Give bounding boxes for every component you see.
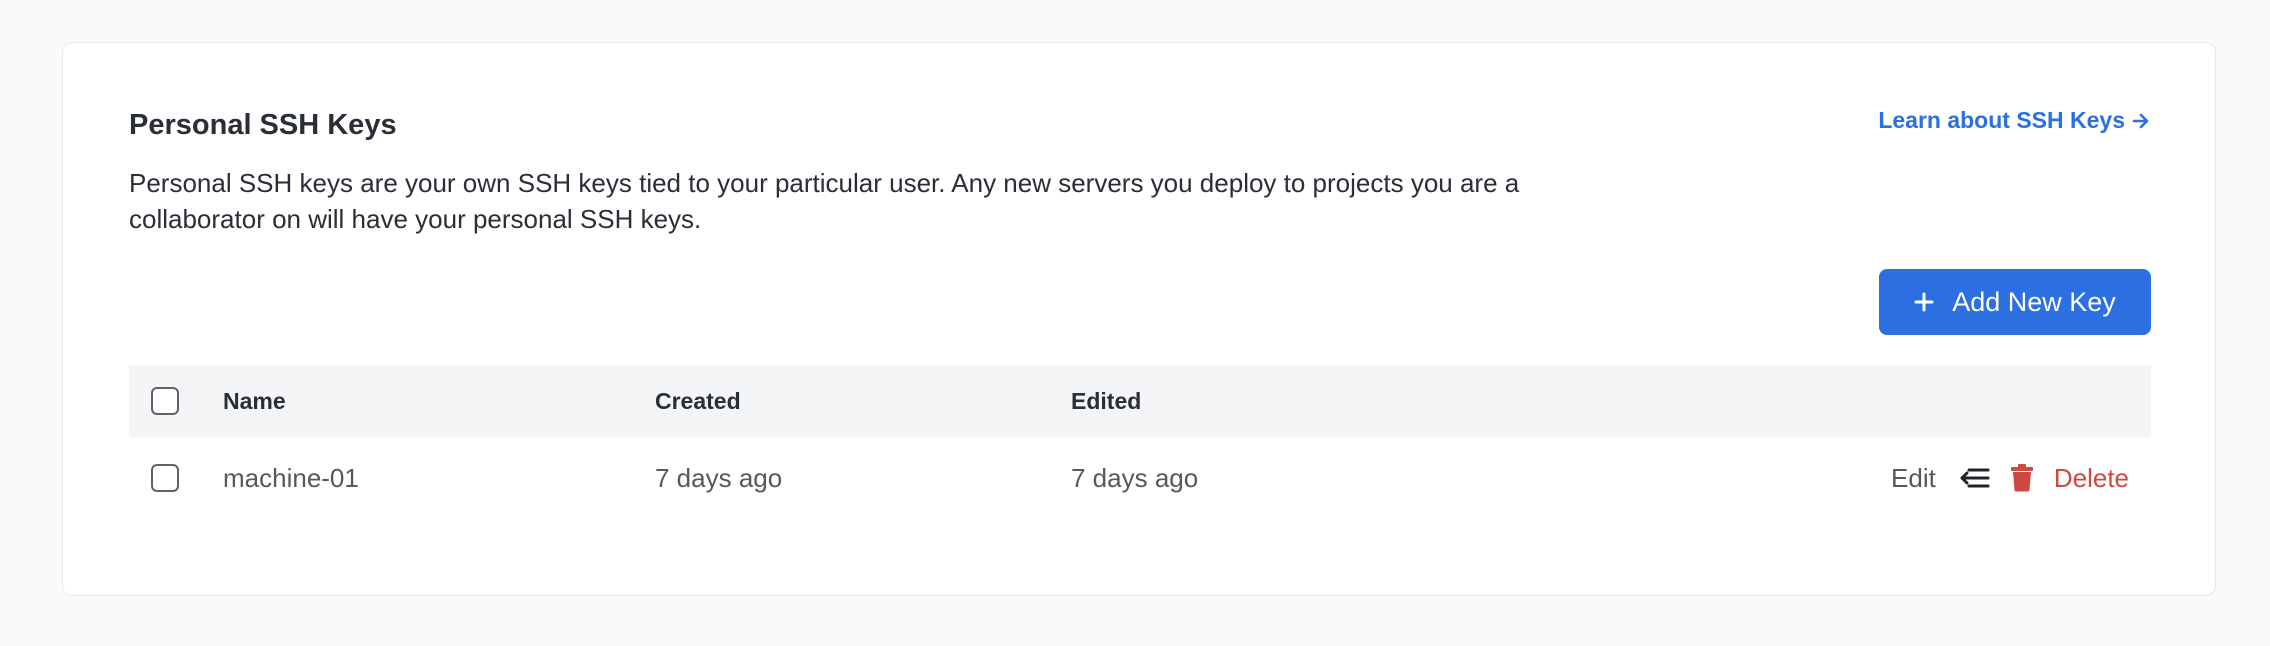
column-header-name[interactable]: Name — [223, 388, 286, 415]
menu-fold-icon[interactable] — [1960, 466, 1990, 490]
key-edited: 7 days ago — [1071, 462, 1199, 493]
arrow-right-icon — [2132, 113, 2149, 128]
plus-icon — [1914, 292, 1934, 312]
section-title: Personal SSH Keys — [129, 109, 397, 141]
add-new-key-button[interactable]: Add New Key — [1879, 269, 2151, 335]
column-header-edited[interactable]: Edited — [1071, 388, 1141, 415]
column-header-created[interactable]: Created — [655, 388, 741, 415]
add-new-key-label: Add New Key — [1952, 286, 2116, 317]
key-name: machine-01 — [223, 462, 359, 493]
table-row: machine-01 7 days ago 7 days ago Edit De… — [129, 437, 2151, 519]
table-header: Name Created Edited — [129, 365, 2151, 437]
row-actions: Edit Delete — [1891, 463, 2129, 494]
edit-button[interactable]: Edit — [1891, 463, 1936, 494]
row-select-checkbox[interactable] — [151, 464, 179, 492]
key-created: 7 days ago — [655, 462, 783, 493]
ssh-keys-card: Personal SSH Keys Learn about SSH Keys P… — [62, 42, 2216, 596]
ssh-keys-table: Name Created Edited machine-01 7 days ag… — [129, 365, 2151, 519]
trash-icon[interactable] — [2010, 464, 2034, 492]
learn-about-ssh-keys-link[interactable]: Learn about SSH Keys — [1878, 107, 2151, 134]
section-description: Personal SSH keys are your own SSH keys … — [129, 168, 1520, 234]
learn-link-label: Learn about SSH Keys — [1878, 107, 2125, 133]
select-all-checkbox[interactable] — [151, 387, 179, 415]
delete-button[interactable]: Delete — [2054, 463, 2129, 494]
